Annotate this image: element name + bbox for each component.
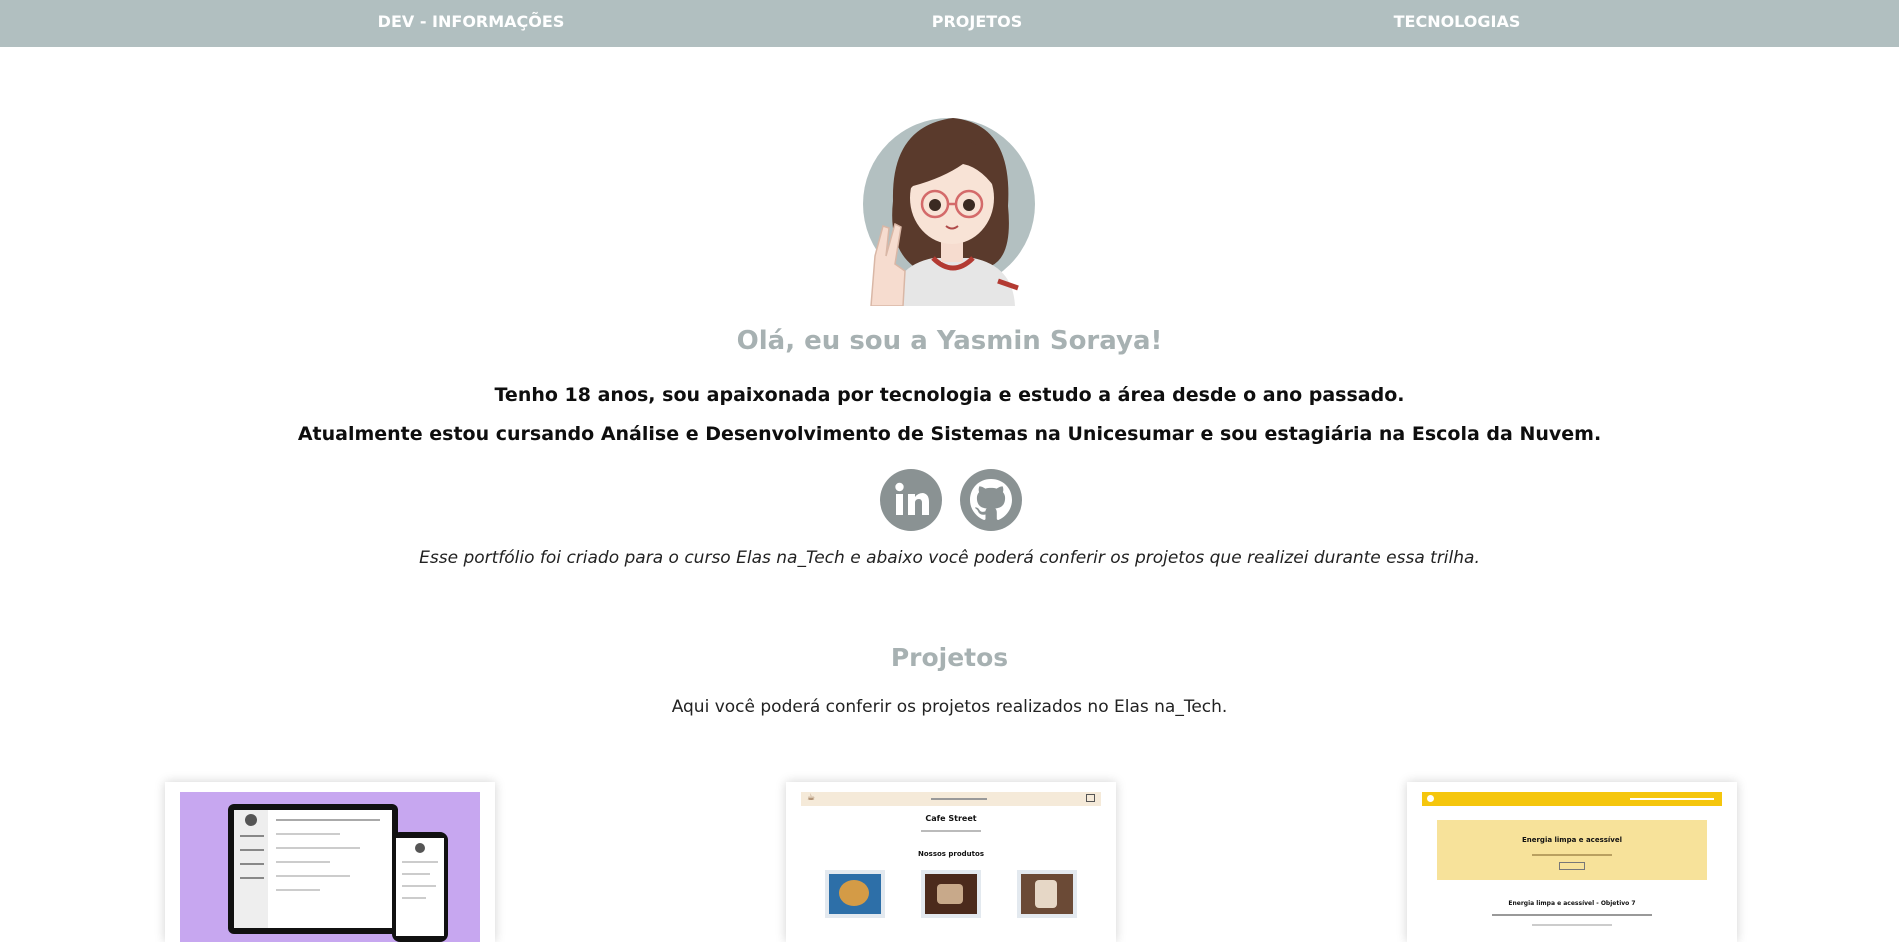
cup-icon: ☕	[807, 793, 816, 803]
project-preview-responsive	[180, 792, 480, 942]
energy-hero-title: Energia limpa e acessível	[1521, 836, 1623, 844]
project-preview-energy: Energia limpa e acessível Energia limpa …	[1422, 792, 1722, 942]
greeting-heading: Olá, eu sou a Yasmin Soraya!	[736, 326, 1163, 356]
project-preview-cafe: ☕ Cafe Street Nossos produtos	[801, 792, 1101, 942]
portfolio-note: Esse portfólio foi criado para o curso E…	[419, 548, 1480, 568]
linkedin-icon[interactable]	[880, 469, 942, 531]
nav-tecnologias[interactable]: TECNOLOGIAS	[1394, 0, 1521, 43]
bio-line-1: Tenho 18 anos, sou apaixonada por tecnol…	[494, 384, 1405, 406]
projects-subtitle: Aqui você poderá conferir os projetos re…	[671, 697, 1228, 717]
energy-header	[1422, 792, 1722, 806]
cart-icon	[1086, 794, 1095, 802]
energy-section-heading: Energia limpa e acessível - Objetivo 7	[1508, 900, 1636, 907]
project-card-3[interactable]: Energia limpa e acessível Energia limpa …	[1407, 782, 1737, 942]
cafe-title: Cafe Street	[925, 814, 977, 823]
projects-title: Projetos	[890, 643, 1009, 672]
nav-dev-informacoes[interactable]: DEV - INFORMAÇÕES	[378, 0, 565, 43]
sun-icon	[1427, 795, 1434, 802]
github-icon[interactable]	[960, 469, 1022, 531]
project-card-2[interactable]: ☕ Cafe Street Nossos produtos	[786, 782, 1116, 942]
bio-line-2: Atualmente estou cursando Análise e Dese…	[297, 423, 1602, 445]
avatar	[853, 106, 1051, 307]
project-card-1[interactable]	[165, 782, 495, 942]
nav-projetos[interactable]: PROJETOS	[932, 0, 1023, 43]
cafe-products-label: Nossos produtos	[917, 850, 984, 858]
top-navbar: DEV - INFORMAÇÕES PROJETOS TECNOLOGIAS	[0, 0, 1899, 47]
cafe-header: ☕	[801, 792, 1101, 806]
